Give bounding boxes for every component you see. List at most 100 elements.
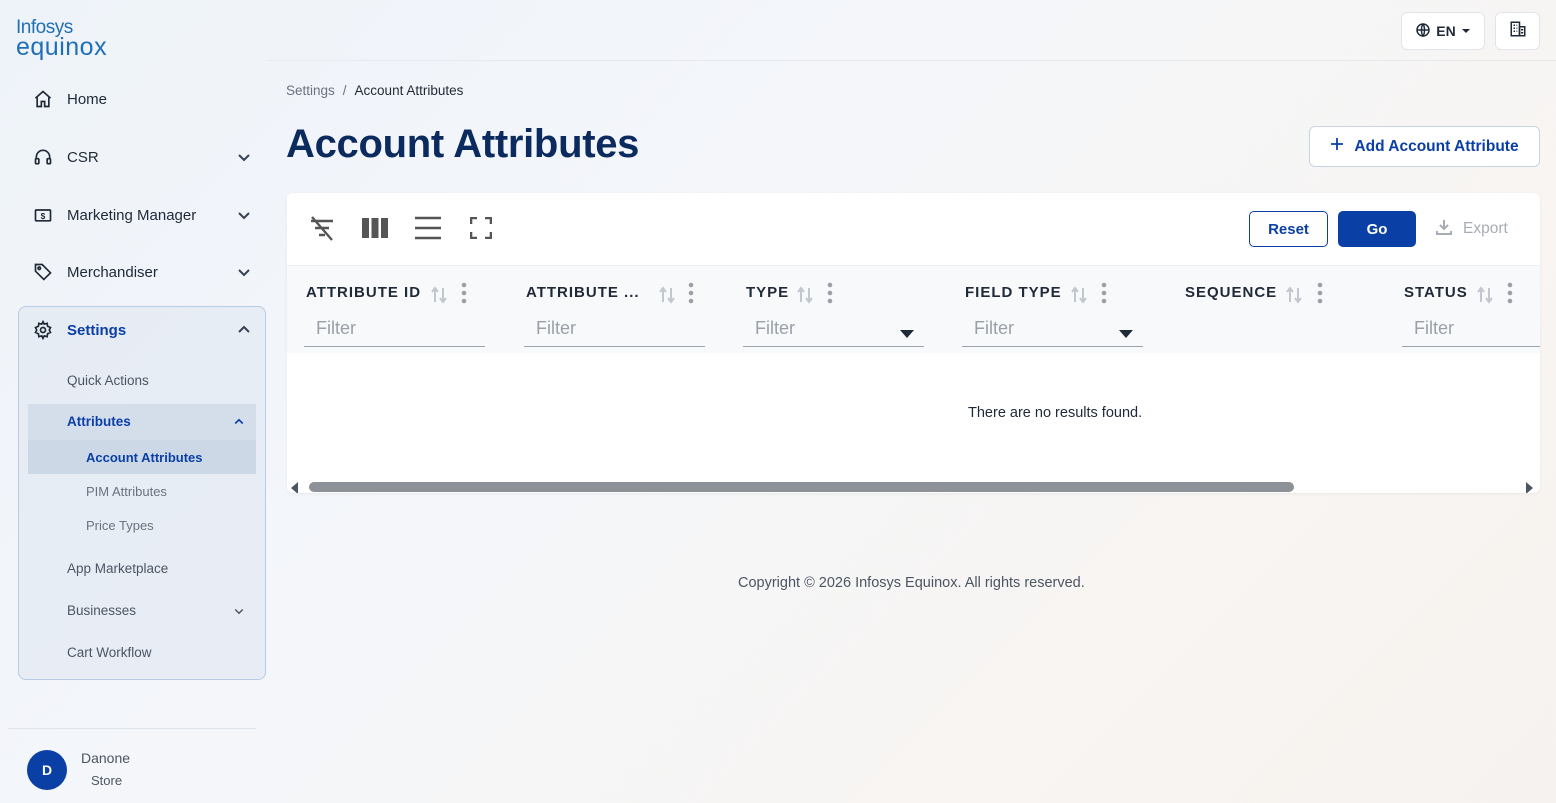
sidebar-item-csr[interactable]: CSR: [18, 135, 266, 179]
column-menu-icon[interactable]: [1317, 282, 1323, 309]
sort-icon[interactable]: [1071, 286, 1087, 309]
column-attribute-id: ATTRIBUTE ID: [287, 266, 507, 354]
column-type: TYPE: [727, 266, 946, 354]
headset-icon: [32, 146, 54, 168]
breadcrumb-separator: /: [342, 83, 347, 98]
field-type-filter[interactable]: [962, 310, 1143, 347]
language-label: EN: [1436, 23, 1456, 39]
plus-icon: [1330, 137, 1344, 156]
scroll-left-arrow-icon[interactable]: [291, 481, 299, 493]
topbar-divider: [268, 60, 1556, 61]
attribute-id-filter[interactable]: [304, 310, 485, 347]
sidebar-item-pim-attributes[interactable]: PIM Attributes: [86, 484, 167, 499]
caret-down-icon: [1461, 23, 1471, 39]
filter-off-icon: [307, 213, 337, 248]
sidebar-item-businesses[interactable]: Businesses: [67, 603, 257, 618]
add-button-label: Add Account Attribute: [1354, 137, 1519, 155]
sidebar-item-label: Marketing Manager: [67, 206, 197, 224]
density-icon: [414, 215, 442, 246]
sidebar: Infosys equinox Home CSR $ Marketing Man…: [0, 0, 268, 803]
sidebar-item-marketing-manager[interactable]: $ Marketing Manager: [18, 193, 266, 237]
avatar[interactable]: D: [27, 750, 67, 790]
columns-button[interactable]: [358, 213, 392, 247]
sort-icon[interactable]: [1286, 286, 1302, 309]
sort-icon[interactable]: [659, 286, 675, 309]
chevron-up-icon: [236, 322, 252, 342]
column-header-label[interactable]: ATTRIBUTE ID: [306, 284, 421, 301]
language-selector[interactable]: EN: [1401, 12, 1485, 50]
sidebar-item-label: Attributes: [67, 414, 131, 429]
density-button[interactable]: [411, 213, 445, 247]
user-store: Store: [91, 773, 123, 788]
type-filter[interactable]: [743, 310, 924, 347]
column-menu-icon[interactable]: [1507, 282, 1513, 309]
page-title: Account Attributes: [286, 122, 640, 166]
sidebar-item-label: Settings: [67, 321, 127, 339]
footer-copyright: Copyright © 2026 Infosys Equinox. All ri…: [738, 575, 1085, 591]
column-header-label[interactable]: ATTRIBUTE ...: [526, 284, 640, 301]
svg-text:$: $: [41, 211, 46, 221]
column-menu-icon[interactable]: [827, 282, 833, 309]
chevron-down-icon: [233, 605, 245, 620]
infosys-equinox-logo[interactable]: Infosys equinox: [16, 18, 107, 60]
sidebar-item-settings[interactable]: Settings: [18, 308, 266, 352]
sort-icon[interactable]: [431, 286, 447, 309]
data-grid-card: Reset Go Export ATTRIBUTE ID ATTRIBUTE .…: [287, 193, 1540, 493]
sidebar-item-attributes[interactable]: Attributes: [67, 414, 257, 429]
column-menu-icon[interactable]: [461, 282, 467, 309]
sidebar-item-quick-actions[interactable]: Quick Actions: [67, 373, 149, 388]
breadcrumb: Settings / Account Attributes: [286, 83, 463, 98]
export-label: Export: [1463, 220, 1508, 237]
tag-icon: [32, 261, 54, 283]
go-button[interactable]: Go: [1338, 211, 1416, 247]
building-icon: [1509, 20, 1527, 43]
column-sequence: SEQUENCE: [1166, 266, 1385, 354]
sort-icon[interactable]: [797, 286, 813, 309]
column-menu-icon[interactable]: [688, 282, 694, 309]
scroll-right-arrow-icon[interactable]: [1525, 481, 1533, 493]
fullscreen-button[interactable]: [464, 213, 498, 247]
dropdown-arrow-icon[interactable]: [899, 326, 915, 344]
sidebar-item-merchandiser[interactable]: Merchandiser: [18, 250, 266, 294]
sidebar-item-app-marketplace[interactable]: App Marketplace: [67, 561, 168, 576]
organization-button[interactable]: [1495, 12, 1540, 50]
column-header-label[interactable]: SEQUENCE: [1185, 284, 1277, 301]
export-button[interactable]: Export: [1435, 211, 1530, 247]
table-header-row: ATTRIBUTE ID ATTRIBUTE ... TYPE: [287, 265, 1540, 353]
horizontal-scrollbar[interactable]: [287, 475, 1540, 493]
home-icon: [32, 88, 54, 110]
fullscreen-icon: [469, 216, 493, 244]
sort-icon[interactable]: [1477, 286, 1493, 309]
column-header-label[interactable]: FIELD TYPE: [965, 284, 1062, 301]
logo-line-2: equinox: [16, 33, 108, 61]
sidebar-item-cart-workflow[interactable]: Cart Workflow: [67, 645, 152, 660]
breadcrumb-current: Account Attributes: [354, 83, 464, 98]
dollar-bill-icon: $: [32, 204, 54, 226]
column-attribute-name: ATTRIBUTE ...: [507, 266, 727, 354]
column-menu-icon[interactable]: [1101, 282, 1107, 309]
chevron-up-icon: [233, 416, 245, 431]
sidebar-item-price-types[interactable]: Price Types: [86, 518, 154, 533]
status-filter[interactable]: [1402, 310, 1540, 347]
chevron-down-icon: [236, 149, 252, 169]
dropdown-arrow-icon[interactable]: [1118, 326, 1134, 344]
clear-filters-button[interactable]: [305, 213, 339, 247]
sidebar-item-home[interactable]: Home: [18, 77, 266, 121]
sidebar-divider: [8, 728, 256, 729]
download-icon: [1435, 218, 1453, 241]
attribute-name-filter[interactable]: [524, 310, 705, 347]
column-header-label[interactable]: STATUS: [1404, 284, 1468, 301]
globe-icon: [1415, 22, 1431, 41]
reset-button[interactable]: Reset: [1249, 211, 1328, 247]
chevron-down-icon: [236, 207, 252, 227]
scrollbar-thumb[interactable]: [309, 482, 1294, 492]
sidebar-item-account-attributes[interactable]: Account Attributes: [86, 450, 203, 465]
column-status: STATUS: [1385, 266, 1540, 354]
chevron-down-icon: [236, 264, 252, 284]
user-name: Danone: [81, 750, 131, 766]
sidebar-item-label: Home: [67, 90, 108, 108]
sidebar-item-label: Businesses: [67, 603, 137, 618]
breadcrumb-settings[interactable]: Settings: [286, 83, 335, 98]
column-header-label[interactable]: TYPE: [746, 284, 789, 301]
add-account-attribute-button[interactable]: Add Account Attribute: [1309, 126, 1540, 167]
